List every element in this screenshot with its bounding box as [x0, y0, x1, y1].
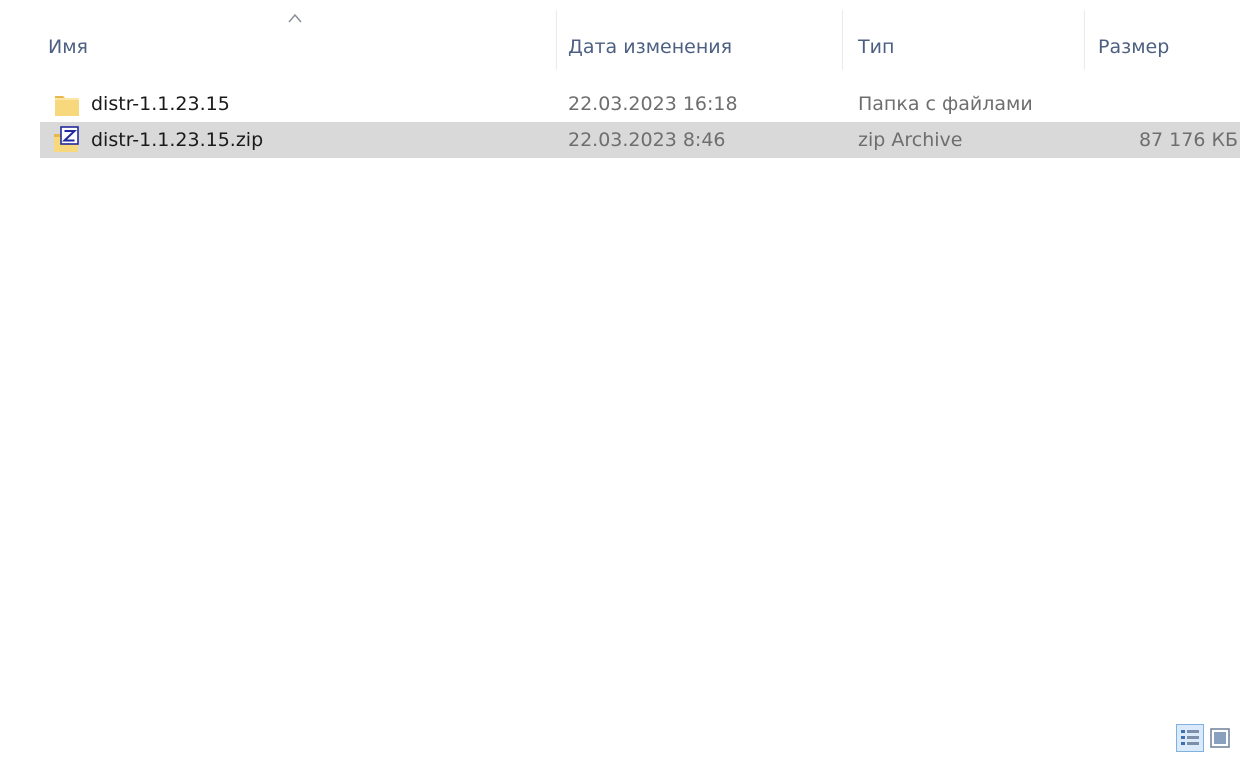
- column-divider[interactable]: [842, 10, 843, 70]
- file-name: distr-1.1.23.15: [91, 93, 230, 115]
- column-header-date[interactable]: Дата изменения: [568, 30, 732, 64]
- column-header-name[interactable]: Имя: [48, 30, 88, 64]
- column-header-size[interactable]: Размер: [1098, 30, 1169, 64]
- file-list: distr-1.1.23.15 22.03.2023 16:18 Папка с…: [40, 86, 1240, 158]
- view-mode-toolbar: [1176, 724, 1240, 752]
- column-header-type[interactable]: Тип: [858, 30, 894, 64]
- details-view-icon: [1181, 730, 1199, 745]
- file-type: zip Archive: [858, 129, 963, 151]
- file-row[interactable]: distr-1.1.23.15 22.03.2023 16:18 Папка с…: [40, 86, 1240, 122]
- folder-icon: [55, 96, 79, 116]
- file-name: distr-1.1.23.15.zip: [91, 129, 264, 151]
- file-size: 87 176 КБ: [1138, 129, 1238, 151]
- sort-ascending-icon: [288, 13, 302, 23]
- file-date: 22.03.2023 8:46: [568, 129, 726, 151]
- file-type: Папка с файлами: [858, 93, 1033, 115]
- column-divider[interactable]: [1084, 10, 1085, 70]
- file-row-selected[interactable]: distr-1.1.23.15.zip 22.03.2023 8:46 zip …: [40, 122, 1240, 158]
- details-view-button[interactable]: [1176, 724, 1204, 752]
- file-date: 22.03.2023 16:18: [568, 93, 738, 115]
- column-header: Имя Дата изменения Тип Размер: [0, 0, 1240, 86]
- large-icons-view-icon: [1210, 728, 1230, 748]
- zip-archive-icon: [54, 126, 79, 152]
- column-divider[interactable]: [556, 10, 557, 70]
- large-icons-view-button[interactable]: [1208, 724, 1236, 752]
- file-explorer-window: Имя Дата изменения Тип Размер distr-1.1.…: [0, 0, 1240, 760]
